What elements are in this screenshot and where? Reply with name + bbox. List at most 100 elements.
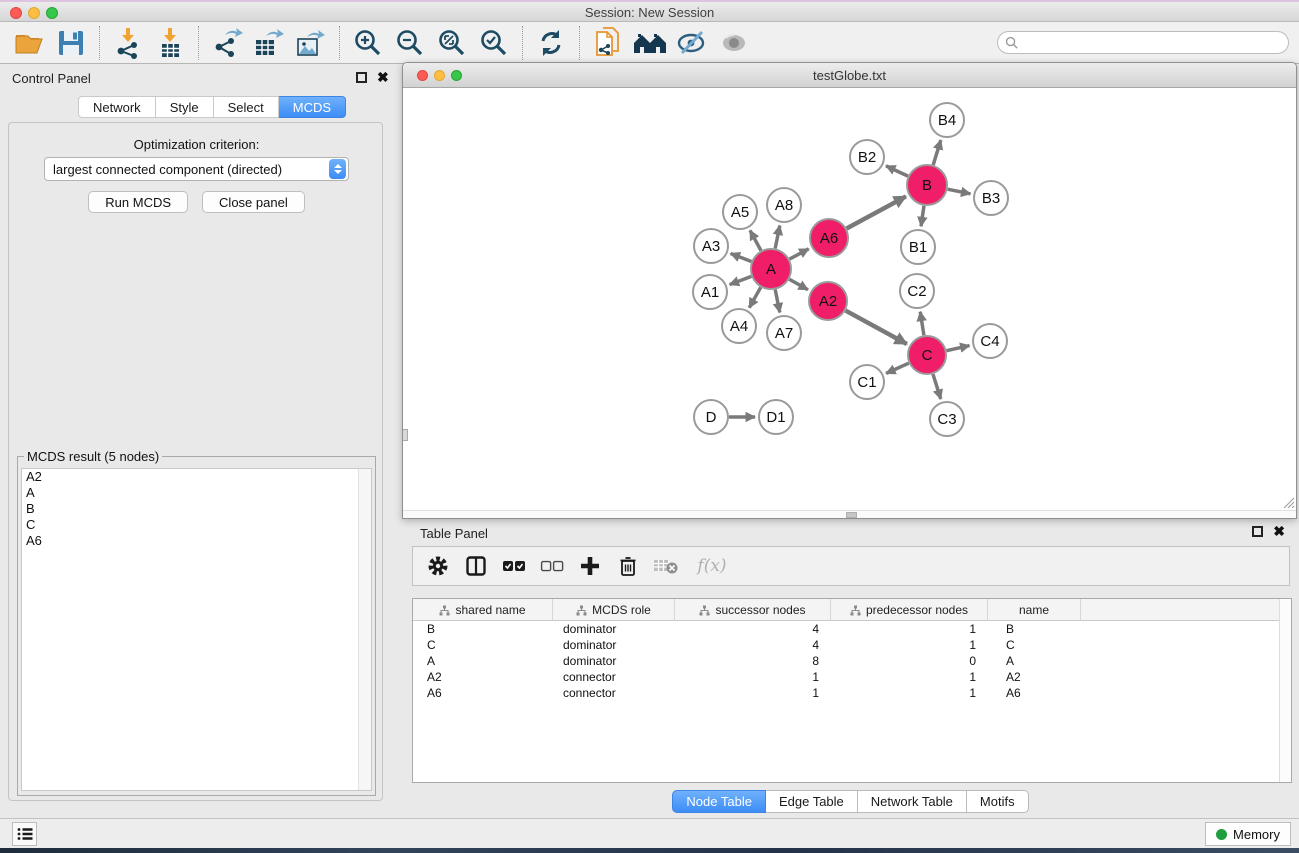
table-row[interactable]: Adominator80A — [413, 653, 1291, 669]
table-cell[interactable]: B — [413, 621, 553, 637]
hide-graphics-details-icon[interactable] — [671, 25, 713, 61]
network-canvas[interactable]: AA6A2BCA5A8A3A1A4A7B2B4B3B1C2C1C3C4DD1 — [403, 88, 1296, 511]
table-row[interactable]: Cdominator41C — [413, 637, 1291, 653]
zoom-selected-icon[interactable] — [473, 25, 515, 61]
search-input[interactable] — [1018, 34, 1288, 52]
table-panel-float-icon[interactable] — [1252, 526, 1263, 537]
search-field[interactable] — [997, 31, 1289, 54]
window-resize-grip[interactable] — [1282, 496, 1295, 509]
refresh-icon[interactable] — [530, 25, 572, 61]
node-table[interactable]: shared nameMCDS rolesuccessor nodesprede… — [412, 598, 1292, 783]
table-cell[interactable]: 4 — [675, 637, 831, 653]
network-vertical-scrollbar-thumb[interactable] — [403, 429, 408, 441]
edge-A6-B[interactable] — [847, 196, 906, 228]
edge-B-B3[interactable] — [948, 189, 971, 194]
column-header-mcds-role[interactable]: MCDS role — [553, 599, 675, 621]
zoom-in-icon[interactable] — [347, 25, 389, 61]
network-horizontal-scrollbar-thumb[interactable] — [846, 512, 857, 518]
column-header-name[interactable]: name — [988, 599, 1081, 621]
edge-B-B1[interactable] — [921, 206, 924, 226]
table-cell[interactable]: B — [988, 621, 1081, 637]
table-cell[interactable]: A6 — [413, 685, 553, 701]
criterion-dropdown[interactable]: largest connected component (directed) — [44, 157, 349, 181]
tab-network-table[interactable]: Network Table — [858, 790, 967, 813]
table-header-row[interactable]: shared nameMCDS rolesuccessor nodesprede… — [413, 599, 1291, 621]
apply-function-icon[interactable]: f(x) — [689, 551, 735, 581]
table-cell[interactable]: 4 — [675, 621, 831, 637]
tab-network[interactable]: Network — [78, 96, 156, 118]
table-cell[interactable]: C — [413, 637, 553, 653]
import-network-icon[interactable] — [107, 25, 149, 61]
task-history-button[interactable] — [12, 822, 37, 846]
table-cell[interactable]: 1 — [675, 685, 831, 701]
result-list-scrollbar[interactable] — [358, 469, 371, 790]
control-panel-close-icon[interactable]: ✖ — [377, 72, 389, 83]
mcds-result-item[interactable]: C — [22, 517, 371, 533]
column-chooser-icon[interactable] — [461, 551, 491, 581]
table-cell[interactable]: A — [988, 653, 1081, 669]
run-mcds-button[interactable]: Run MCDS — [88, 191, 188, 213]
table-cell[interactable]: C — [988, 637, 1081, 653]
delete-column-icon[interactable] — [613, 551, 643, 581]
control-panel-float-icon[interactable] — [356, 72, 367, 83]
edge-C-C2[interactable] — [920, 312, 924, 335]
tab-edge-table[interactable]: Edge Table — [766, 790, 858, 813]
open-file-icon[interactable] — [8, 25, 50, 61]
column-header-shared-name[interactable]: shared name — [413, 599, 553, 621]
table-vertical-scrollbar[interactable] — [1279, 599, 1291, 782]
export-table-icon[interactable] — [248, 25, 290, 61]
close-panel-button[interactable]: Close panel — [202, 191, 305, 213]
edge-A-A1[interactable] — [730, 276, 752, 284]
tab-style[interactable]: Style — [156, 96, 214, 118]
network-graph[interactable]: AA6A2BCA5A8A3A1A4A7B2B4B3B1C2C1C3C4DD1 — [403, 88, 1296, 511]
delete-table-icon[interactable] — [651, 551, 681, 581]
show-all-networks-icon[interactable] — [629, 25, 671, 61]
table-cell[interactable]: A6 — [988, 685, 1081, 701]
memory-button[interactable]: Memory — [1205, 822, 1291, 846]
table-cell[interactable]: 1 — [831, 637, 988, 653]
table-settings-icon[interactable] — [423, 551, 453, 581]
table-cell[interactable]: 1 — [831, 669, 988, 685]
table-cell[interactable]: connector — [553, 685, 675, 701]
select-all-checkboxes-icon[interactable] — [499, 551, 529, 581]
column-header-successor-nodes[interactable]: successor nodes — [675, 599, 831, 621]
table-cell[interactable]: dominator — [553, 621, 675, 637]
export-network-icon[interactable] — [206, 25, 248, 61]
export-image-icon[interactable] — [290, 25, 332, 61]
tab-mcds[interactable]: MCDS — [279, 96, 346, 118]
mcds-result-list[interactable]: A2ABCA6 — [21, 468, 372, 791]
table-row[interactable]: A2connector11A2 — [413, 669, 1291, 685]
table-cell[interactable]: A2 — [988, 669, 1081, 685]
network-horizontal-scrollbar[interactable] — [403, 510, 1296, 518]
table-cell[interactable]: 0 — [831, 653, 988, 669]
import-table-icon[interactable] — [149, 25, 191, 61]
mcds-result-item[interactable]: A6 — [22, 533, 371, 549]
tab-motifs[interactable]: Motifs — [967, 790, 1029, 813]
table-panel-close-icon[interactable]: ✖ — [1273, 526, 1285, 537]
table-cell[interactable]: 1 — [831, 621, 988, 637]
tab-node-table[interactable]: Node Table — [672, 790, 766, 813]
edge-A-A5[interactable] — [750, 230, 761, 250]
table-cell[interactable]: connector — [553, 669, 675, 685]
add-column-icon[interactable] — [575, 551, 605, 581]
edge-A-A6[interactable] — [790, 249, 809, 259]
table-row[interactable]: Bdominator41B — [413, 621, 1291, 637]
mcds-result-item[interactable]: A — [22, 485, 371, 501]
tab-select[interactable]: Select — [214, 96, 279, 118]
show-graphics-details-icon[interactable] — [713, 25, 755, 61]
clone-network-icon[interactable] — [587, 25, 629, 61]
table-row[interactable]: A6connector11A6 — [413, 685, 1291, 701]
table-cell[interactable]: 1 — [831, 685, 988, 701]
zoom-out-icon[interactable] — [389, 25, 431, 61]
edge-A-A7[interactable] — [775, 290, 780, 313]
edge-A-A2[interactable] — [789, 279, 808, 289]
edge-C-C1[interactable] — [886, 363, 909, 373]
edge-C-C4[interactable] — [947, 346, 970, 351]
edge-A-A4[interactable] — [749, 287, 760, 307]
mcds-result-item[interactable]: B — [22, 501, 371, 517]
edge-B-B2[interactable] — [886, 166, 908, 176]
table-cell[interactable]: 1 — [675, 669, 831, 685]
edge-C-C3[interactable] — [933, 374, 941, 399]
table-cell[interactable]: A — [413, 653, 553, 669]
table-cell[interactable]: dominator — [553, 637, 675, 653]
